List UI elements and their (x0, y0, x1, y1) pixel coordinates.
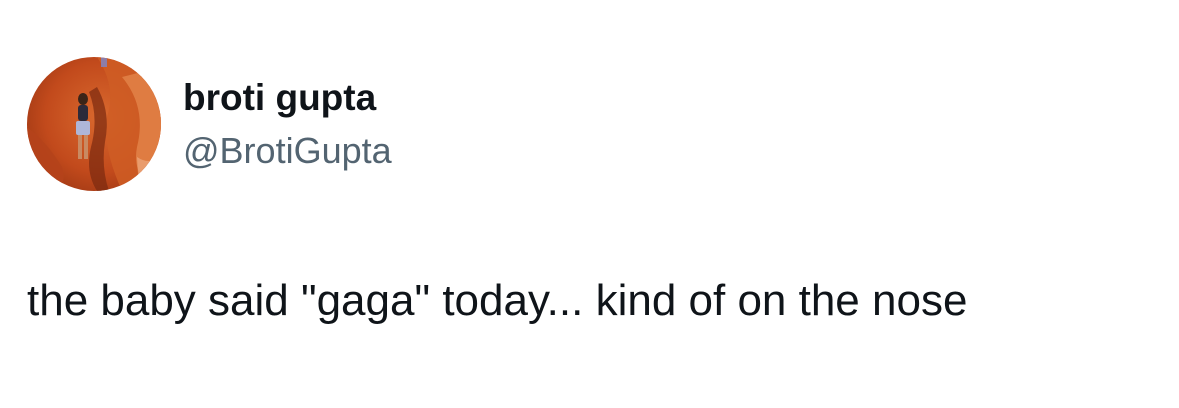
author-display-name[interactable]: broti gupta (183, 74, 376, 122)
tweet-text: the baby said "gaga" today... kind of on… (27, 276, 968, 325)
author-handle[interactable]: @BrotiGupta (183, 127, 392, 175)
avatar-photo (27, 57, 161, 191)
tweet-card: broti gupta @BrotiGupta the baby said "g… (0, 0, 1179, 408)
avatar[interactable] (27, 57, 161, 191)
